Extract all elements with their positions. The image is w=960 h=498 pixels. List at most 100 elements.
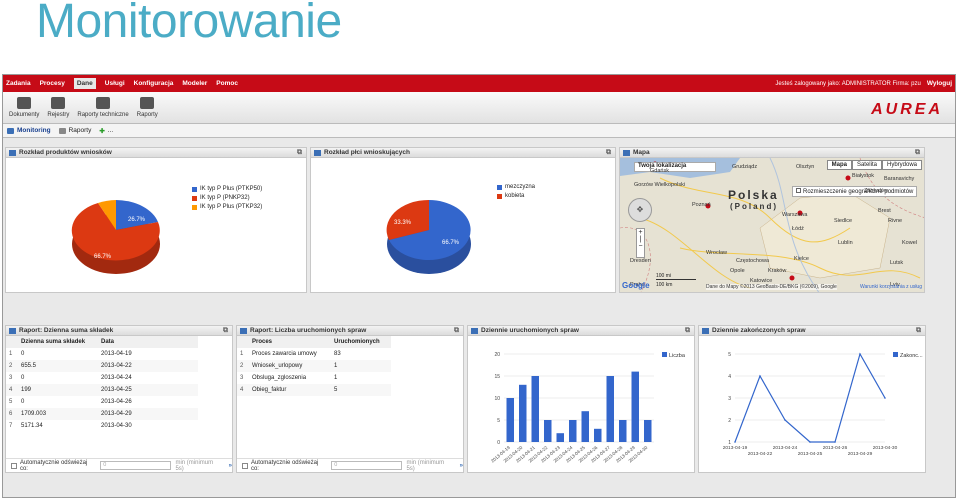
bar[interactable] (556, 433, 565, 442)
panel-icon (702, 327, 709, 334)
table-cell: 4 (240, 387, 244, 393)
maximize-icon[interactable]: ⧉ (915, 149, 920, 157)
table-cell: 4 (9, 387, 13, 393)
bar[interactable] (581, 411, 590, 442)
map-terms-link[interactable]: Warunki korzystania z usług (860, 284, 922, 290)
location-search[interactable]: Twoja lokalizacja (634, 162, 716, 172)
line-point[interactable] (884, 397, 886, 399)
app-window: Zadania Procesy Dane Usługi Konfiguracja Mode… (2, 74, 956, 498)
line-point[interactable] (759, 375, 761, 377)
map-view[interactable]: Twoja lokalizacja ✥ + | − Mapa Satelita Hy… (620, 158, 924, 292)
tab-bar: Monitoring Raporty ✚... (3, 124, 955, 138)
bar[interactable] (569, 420, 577, 442)
city-label: Dresden (630, 258, 651, 264)
bar[interactable] (606, 376, 615, 442)
line-point[interactable] (784, 419, 786, 421)
menu-zadania[interactable]: Zadania (6, 80, 31, 87)
maximize-icon[interactable]: ⧉ (297, 149, 302, 157)
city-label: Siedlce (834, 218, 853, 224)
menu-usługi[interactable]: Usługi (105, 80, 125, 87)
bar[interactable] (619, 420, 627, 442)
refresh-interval-input[interactable]: 0 (331, 461, 403, 470)
map-marker[interactable] (789, 275, 795, 281)
add-tab-button[interactable]: ✚... (99, 127, 113, 135)
pie1-legend: IK typ P Plus (PTKP50) IK typ P (PNKP32)… (192, 186, 262, 213)
maximize-icon[interactable]: ⧉ (454, 327, 459, 335)
refresh-bar: Automatycznie odświeżaj co: 0 min (minim… (237, 458, 463, 472)
panel-icon (9, 149, 16, 156)
bar[interactable] (519, 384, 527, 442)
maximize-icon[interactable]: ⧉ (223, 327, 228, 335)
menu-dane[interactable]: Dane (73, 78, 96, 89)
map-type-map[interactable]: Mapa (826, 160, 852, 170)
table-cell: 1 (334, 363, 338, 369)
table-cell: 1 (334, 375, 338, 381)
y-tick-label: 2 (728, 418, 731, 424)
tool-icon (17, 97, 32, 109)
column-header[interactable]: Data (98, 336, 198, 348)
table-row[interactable]: 3 0 2013-04-24 (6, 372, 198, 384)
line-point[interactable] (834, 441, 836, 443)
tool-2[interactable]: Raporty techniczne (77, 97, 129, 118)
menu-procesy[interactable]: Procesy (40, 80, 65, 87)
table-row[interactable]: 4 199 2013-04-25 (6, 384, 198, 396)
column-header[interactable]: Uruchomionych (331, 336, 391, 348)
logout-button[interactable]: Wyloguj (927, 80, 952, 87)
bar[interactable] (644, 420, 652, 442)
table-cell: 7 (9, 423, 13, 429)
apply-button[interactable]: » (229, 463, 232, 469)
table-cell: 655.5 (21, 363, 37, 369)
map-type-satellite[interactable]: Satelita (851, 160, 882, 170)
menu-modeler[interactable]: Modeler (182, 80, 207, 87)
table-row[interactable]: 3 Obsluga_zgloszenia 1 (237, 372, 391, 384)
bar[interactable] (531, 376, 540, 442)
pan-control[interactable]: ✥ (628, 198, 652, 222)
maximize-icon[interactable]: ⧉ (606, 149, 611, 157)
table-row[interactable]: 6 1709.003 2013-04-29 (6, 408, 198, 420)
table-row[interactable]: 5 0 2013-04-26 (6, 396, 198, 408)
column-header[interactable]: Proces (249, 336, 331, 348)
auto-refresh-checkbox[interactable] (242, 462, 248, 469)
bar[interactable] (594, 428, 602, 442)
table-row[interactable]: 4 Obieg_faktur 5 (237, 384, 391, 396)
column-header[interactable]: Dzienna suma składek (18, 336, 98, 348)
line-point[interactable] (859, 353, 861, 355)
zoom-control[interactable]: + | − (636, 228, 645, 258)
bar[interactable] (544, 420, 552, 442)
tab-raporty[interactable]: Raporty (58, 127, 91, 134)
processes-table: Proces Uruchomionych 1 Proces zawarcia umo… (237, 336, 391, 396)
map-marker[interactable] (845, 175, 851, 181)
main-menu: Zadania Procesy Dane Usługi Konfiguracja Mode… (6, 78, 247, 89)
table-row[interactable]: 2 Wniosek_urlopowy 1 (237, 360, 391, 372)
menu-pomoc[interactable]: Pomoc (216, 80, 238, 87)
bar[interactable] (631, 371, 640, 442)
tool-1[interactable]: Rejestry (47, 97, 69, 118)
maximize-icon[interactable]: ⧉ (685, 327, 690, 335)
table-cell: 2 (240, 363, 244, 369)
layer-checkbox[interactable]: Rozmieszczenie geograficzne podmiotów (792, 186, 918, 197)
table-cell: 0 (21, 399, 25, 405)
table-cell: 2013-04-29 (101, 411, 132, 417)
table-row[interactable]: 1 Proces zawarcia umowy 83 (237, 348, 391, 360)
map-type-hybrid[interactable]: Hybrydowa (881, 160, 922, 170)
panel-icon (471, 327, 478, 334)
y-tick-label: 10 (494, 396, 500, 402)
table-row[interactable]: 2 655.5 2013-04-22 (6, 360, 198, 372)
tool-3[interactable]: Raporty (137, 97, 158, 118)
line-point[interactable] (809, 441, 811, 443)
x-tick-label: 2013-04-30 (873, 445, 898, 451)
x-tick-label: 2013-04-26 (823, 445, 848, 451)
menu-konfiguracja[interactable]: Konfiguracja (134, 80, 174, 87)
table-cell: 2013-04-30 (101, 423, 132, 429)
tool-0[interactable]: Dokumenty (9, 97, 39, 118)
refresh-interval-input[interactable]: 0 (100, 461, 172, 470)
apply-button[interactable]: » (460, 463, 463, 469)
tab-monitoring[interactable]: Monitoring (7, 127, 51, 134)
city-label: Lublin (838, 240, 853, 246)
auto-refresh-checkbox[interactable] (11, 462, 17, 469)
table-row[interactable]: 1 0 2013-04-19 (6, 348, 198, 360)
bar[interactable] (506, 398, 515, 442)
table-row[interactable]: 7 5171.34 2013-04-30 (6, 420, 198, 432)
line-point[interactable] (734, 441, 736, 443)
maximize-icon[interactable]: ⧉ (916, 327, 921, 335)
